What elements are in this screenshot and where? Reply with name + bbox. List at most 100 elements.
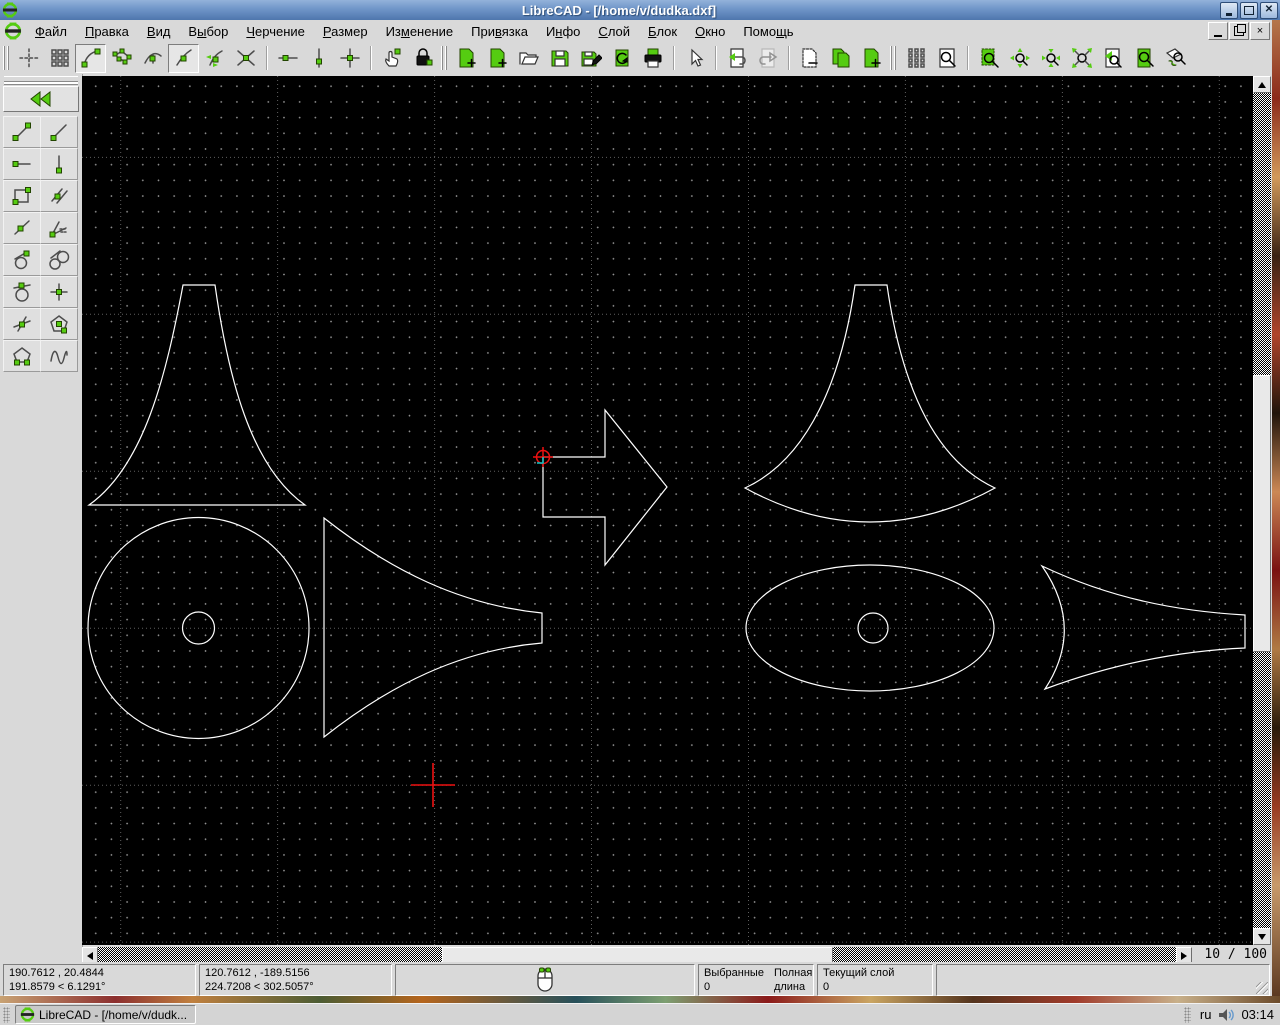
- set-relative-zero-button[interactable]: [376, 44, 407, 73]
- tool-line-orthogonal[interactable]: [40, 276, 78, 308]
- snap-on-entity-button[interactable]: [106, 44, 137, 73]
- new-drawing-button[interactable]: [451, 44, 482, 73]
- polygon-two-corners-icon: [13, 347, 31, 366]
- tool-line-freehand[interactable]: [40, 340, 78, 372]
- tool-polygon-center-corner[interactable]: [40, 308, 78, 340]
- scroll-down-button[interactable]: [1253, 928, 1271, 945]
- line-angle-icon: [50, 124, 67, 141]
- tool-line-parallel[interactable]: [3, 212, 41, 244]
- save-button[interactable]: [544, 44, 575, 73]
- resize-grip[interactable]: [1256, 982, 1268, 994]
- copy-button[interactable]: [825, 44, 856, 73]
- tray-handle[interactable]: [1183, 1006, 1191, 1023]
- grid-toggle-button[interactable]: [900, 44, 931, 73]
- tool-line-tangent-point-circle[interactable]: [3, 244, 41, 276]
- current-layer-value: 0: [823, 981, 830, 993]
- zoom-button[interactable]: [931, 44, 962, 73]
- tool-line-parallel-through-point[interactable]: [40, 180, 78, 212]
- bell-front-left[interactable]: [87, 284, 307, 506]
- drawing-canvas[interactable]: [82, 76, 1253, 945]
- tool-line-tangent-orthogonal[interactable]: [3, 276, 41, 308]
- zoom-page-icon: [1137, 48, 1154, 68]
- zoom-previous-button[interactable]: [1097, 44, 1128, 73]
- menu-item-10[interactable]: Слой: [589, 22, 639, 41]
- tool-rectangle[interactable]: [3, 180, 41, 212]
- menu-item-9[interactable]: Инфо: [537, 22, 589, 41]
- snap-endpoint-button[interactable]: [75, 43, 106, 73]
- menu-item-5[interactable]: Черчение: [237, 22, 314, 41]
- vertical-scrollbar[interactable]: [1253, 76, 1271, 945]
- horn-side-left[interactable]: [323, 516, 543, 739]
- title-bar[interactable]: LibreCAD - [/home/v/dudka.dxf] ✕: [0, 0, 1280, 20]
- restrict-horizontal-button[interactable]: [272, 44, 303, 73]
- redraw-button[interactable]: [1159, 44, 1190, 73]
- undo-button[interactable]: [721, 44, 752, 73]
- open-button[interactable]: [513, 44, 544, 73]
- restrict-orthogonal-button[interactable]: [334, 44, 365, 73]
- zoom-in-button[interactable]: [1004, 44, 1035, 73]
- mdi-restore-button[interactable]: [1229, 22, 1249, 40]
- block-arrow-right[interactable]: [542, 408, 668, 567]
- redo-button[interactable]: [752, 44, 783, 73]
- tool-line-tangent-two-circles[interactable]: [40, 244, 78, 276]
- snap-distance-button[interactable]: [199, 44, 230, 73]
- tool-line-relative-angle[interactable]: [3, 308, 41, 340]
- snap-on-entity-icon: [112, 48, 131, 65]
- horn-side-right[interactable]: [1040, 564, 1246, 691]
- snap-free-button[interactable]: [13, 44, 44, 73]
- zoom-out-button[interactable]: [1035, 44, 1066, 73]
- toolbar-handle[interactable]: [3, 46, 9, 70]
- tool-polygon-two-corners[interactable]: [3, 340, 41, 372]
- tool-line-horizontal[interactable]: [3, 148, 41, 180]
- menu-item-2[interactable]: Правка: [76, 22, 138, 41]
- scroll-up-button[interactable]: [1253, 76, 1271, 93]
- close-button[interactable]: ✕: [1260, 1, 1278, 19]
- tool-line-bisector[interactable]: [40, 212, 78, 244]
- mdi-minimize-button[interactable]: [1208, 22, 1228, 40]
- tool-line-two-points[interactable]: [3, 116, 41, 148]
- vertical-scroll-thumb[interactable]: [1253, 375, 1271, 652]
- toolbar-handle[interactable]: [441, 46, 447, 70]
- dock-drag-handle[interactable]: [4, 76, 78, 82]
- save-as-button[interactable]: [575, 44, 606, 73]
- snap-middle-button[interactable]: [168, 43, 199, 73]
- menu-item-1[interactable]: Файл: [26, 22, 76, 41]
- screen: { "titlebar": { "title": "LibreCAD - [/h…: [0, 0, 1280, 1025]
- menu-item-6[interactable]: Размер: [314, 22, 377, 41]
- pointer-button[interactable]: [679, 44, 710, 73]
- tool-line-vertical[interactable]: [40, 148, 78, 180]
- snap-intersection-button[interactable]: [230, 44, 261, 73]
- menu-item-4[interactable]: Выбор: [179, 22, 237, 41]
- menu-item-13[interactable]: Помощь: [734, 22, 802, 41]
- keyboard-layout-indicator[interactable]: ru: [1200, 1007, 1212, 1022]
- clock[interactable]: 03:14: [1241, 1007, 1274, 1022]
- maximize-button[interactable]: [1240, 1, 1258, 19]
- auto-zoom-button[interactable]: [1066, 44, 1097, 73]
- new-window-button[interactable]: [482, 44, 513, 73]
- restrict-vertical-button[interactable]: [303, 44, 334, 73]
- snap-center-button[interactable]: [137, 44, 168, 73]
- taskbar-handle[interactable]: [3, 1006, 10, 1023]
- print-button[interactable]: [637, 44, 668, 73]
- zoom-window-button[interactable]: [973, 44, 1004, 73]
- cut-button[interactable]: [794, 44, 825, 73]
- menu-item-3[interactable]: Вид: [138, 22, 180, 41]
- volume-icon[interactable]: [1217, 1007, 1235, 1023]
- menu-item-11[interactable]: Блок: [639, 22, 686, 41]
- zoom-page-button[interactable]: [1128, 44, 1159, 73]
- menu-item-7[interactable]: Изменение: [377, 22, 463, 41]
- taskbar-window-button[interactable]: LibreCAD - [/home/v/dudk...: [15, 1005, 197, 1024]
- menu-item-8[interactable]: Привязка: [462, 22, 537, 41]
- toolbar-handle[interactable]: [890, 46, 896, 70]
- print-preview-button[interactable]: [606, 44, 637, 73]
- status-bar: 190.7612 , 20.4844 191.8579 < 6.1291° 12…: [0, 962, 1272, 1007]
- mdi-close-button[interactable]: ×: [1250, 22, 1270, 40]
- snap-grid-button[interactable]: [44, 44, 75, 73]
- tool-line-angle[interactable]: [40, 116, 78, 148]
- bell-front-right[interactable]: [743, 284, 997, 523]
- paste-button[interactable]: [856, 44, 887, 73]
- lock-relative-zero-button[interactable]: [407, 44, 438, 73]
- minimize-button[interactable]: [1220, 1, 1238, 19]
- menu-item-12[interactable]: Окно: [686, 22, 734, 41]
- tools-back-button[interactable]: [3, 86, 79, 112]
